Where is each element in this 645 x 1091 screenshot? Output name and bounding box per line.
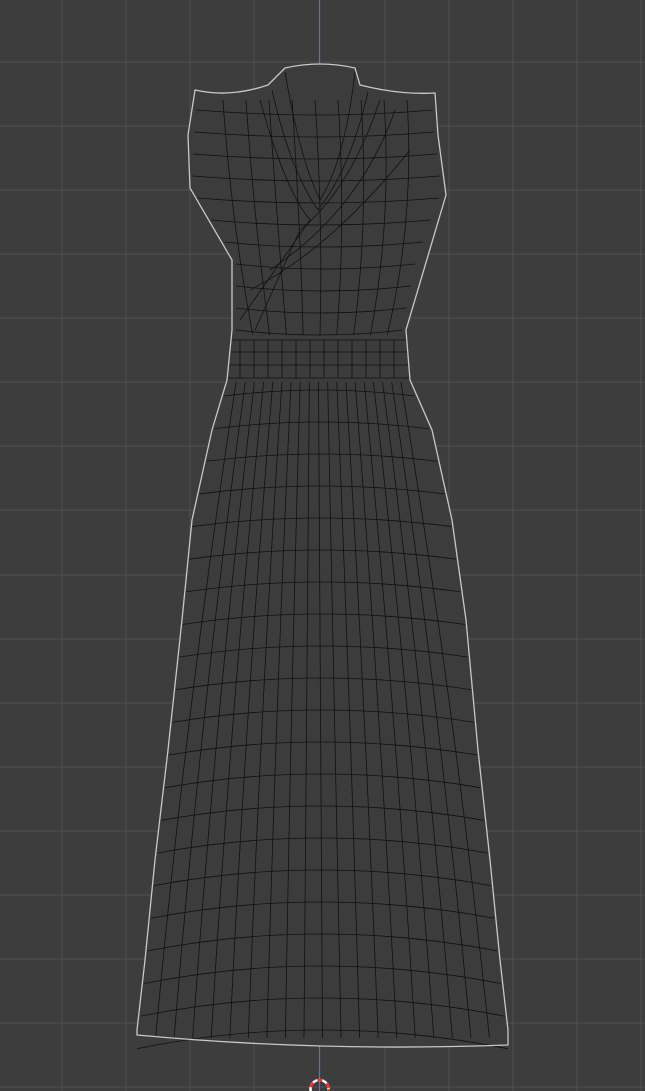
viewport-canvas[interactable] (0, 0, 645, 1091)
dress-mesh[interactable] (136, 63, 509, 1050)
dress-silhouette[interactable] (137, 64, 508, 1048)
3d-viewport[interactable] (0, 0, 645, 1091)
